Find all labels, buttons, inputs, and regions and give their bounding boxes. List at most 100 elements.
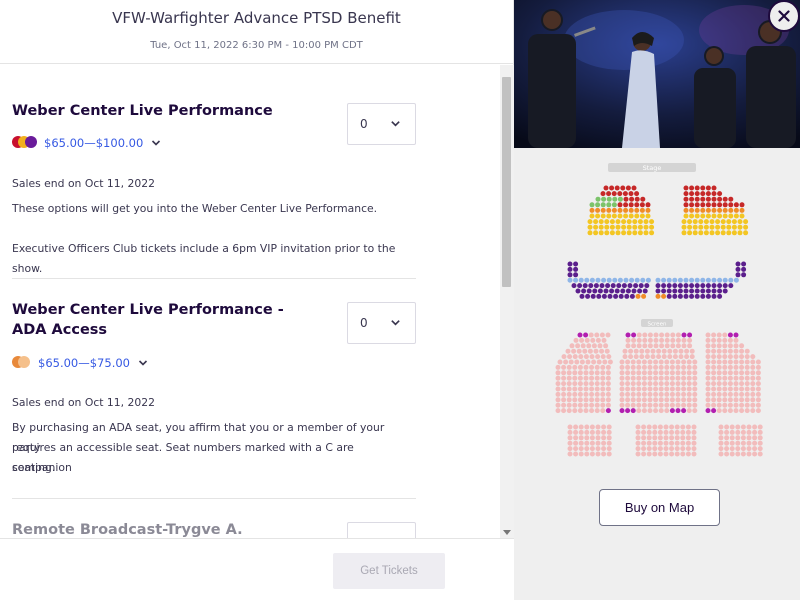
seat[interactable] xyxy=(680,451,686,457)
seat[interactable] xyxy=(597,343,603,349)
seat[interactable] xyxy=(641,402,647,408)
seat[interactable] xyxy=(599,283,605,289)
seat[interactable] xyxy=(722,391,728,397)
seat[interactable] xyxy=(590,293,596,299)
seat[interactable] xyxy=(692,224,698,230)
seat[interactable] xyxy=(605,381,611,387)
seat[interactable] xyxy=(722,343,728,349)
seat[interactable] xyxy=(616,283,622,289)
seat[interactable] xyxy=(653,386,659,392)
seat[interactable] xyxy=(669,381,675,387)
seat[interactable] xyxy=(641,391,647,397)
seat[interactable] xyxy=(584,429,590,435)
seat[interactable] xyxy=(603,343,609,349)
seat[interactable] xyxy=(735,429,741,435)
seat[interactable] xyxy=(636,381,642,387)
seat[interactable] xyxy=(643,224,649,230)
seat[interactable] xyxy=(667,348,673,354)
seat[interactable] xyxy=(740,446,746,452)
seat[interactable] xyxy=(711,213,717,219)
seat[interactable] xyxy=(692,370,698,376)
seat[interactable] xyxy=(683,283,689,289)
seat[interactable] xyxy=(727,354,733,360)
seat[interactable] xyxy=(686,381,692,387)
seat[interactable] xyxy=(644,354,650,360)
seat[interactable] xyxy=(680,429,686,435)
seat[interactable] xyxy=(589,429,595,435)
seat[interactable] xyxy=(717,277,723,283)
seat[interactable] xyxy=(661,348,667,354)
seat[interactable] xyxy=(589,435,595,441)
seat[interactable] xyxy=(666,283,672,289)
seat[interactable] xyxy=(700,202,706,208)
seat[interactable] xyxy=(576,348,582,354)
seat[interactable] xyxy=(683,185,689,191)
seat[interactable] xyxy=(709,230,715,236)
seat[interactable] xyxy=(641,375,647,381)
seat[interactable] xyxy=(744,364,750,370)
seat[interactable] xyxy=(711,386,717,392)
seat[interactable] xyxy=(566,370,572,376)
seat[interactable] xyxy=(595,337,601,343)
seat[interactable] xyxy=(626,219,632,225)
seat[interactable] xyxy=(589,370,595,376)
seat[interactable] xyxy=(683,196,689,202)
seat[interactable] xyxy=(647,343,653,349)
seat[interactable] xyxy=(726,224,732,230)
seat[interactable] xyxy=(722,337,728,343)
seat[interactable] xyxy=(740,440,746,446)
seat[interactable] xyxy=(692,397,698,403)
seat[interactable] xyxy=(647,391,653,397)
seat[interactable] xyxy=(641,293,647,299)
seat[interactable] xyxy=(722,332,728,338)
seat[interactable] xyxy=(746,435,752,441)
seat[interactable] xyxy=(619,386,625,392)
seat[interactable] xyxy=(740,429,746,435)
seat[interactable] xyxy=(572,364,578,370)
seat[interactable] xyxy=(641,408,647,414)
seat[interactable] xyxy=(735,435,741,441)
price-toggle[interactable]: $65.00—$75.00 xyxy=(12,356,212,372)
seat[interactable] xyxy=(621,230,627,236)
seat[interactable] xyxy=(689,185,695,191)
seat[interactable] xyxy=(716,337,722,343)
seat[interactable] xyxy=(733,213,739,219)
seat[interactable] xyxy=(595,207,601,213)
seat[interactable] xyxy=(600,202,606,208)
seat[interactable] xyxy=(731,219,737,225)
seat[interactable] xyxy=(735,424,741,430)
seat[interactable] xyxy=(669,359,675,365)
seat[interactable] xyxy=(609,224,615,230)
seat[interactable] xyxy=(646,440,652,446)
seat[interactable] xyxy=(681,224,687,230)
seat[interactable] xyxy=(717,196,723,202)
seat[interactable] xyxy=(646,451,652,457)
seat[interactable] xyxy=(567,429,573,435)
seat[interactable] xyxy=(746,446,752,452)
seat[interactable] xyxy=(689,293,695,299)
seat[interactable] xyxy=(625,402,631,408)
seat[interactable] xyxy=(733,402,739,408)
seat[interactable] xyxy=(705,207,711,213)
seat[interactable] xyxy=(634,277,640,283)
seat[interactable] xyxy=(658,370,664,376)
seat[interactable] xyxy=(619,359,625,365)
seat[interactable] xyxy=(757,446,763,452)
seat[interactable] xyxy=(583,408,589,414)
seat[interactable] xyxy=(669,408,675,414)
seat[interactable] xyxy=(664,332,670,338)
seat[interactable] xyxy=(705,283,711,289)
seat[interactable] xyxy=(733,397,739,403)
seat[interactable] xyxy=(661,283,667,289)
seat[interactable] xyxy=(711,354,717,360)
seat[interactable] xyxy=(625,370,631,376)
seat[interactable] xyxy=(681,219,687,225)
seat[interactable] xyxy=(687,219,693,225)
seat[interactable] xyxy=(705,185,711,191)
seat[interactable] xyxy=(757,429,763,435)
seat[interactable] xyxy=(615,224,621,230)
seat[interactable] xyxy=(705,191,711,197)
seat[interactable] xyxy=(606,446,612,452)
seat[interactable] xyxy=(716,375,722,381)
seat[interactable] xyxy=(579,359,585,365)
